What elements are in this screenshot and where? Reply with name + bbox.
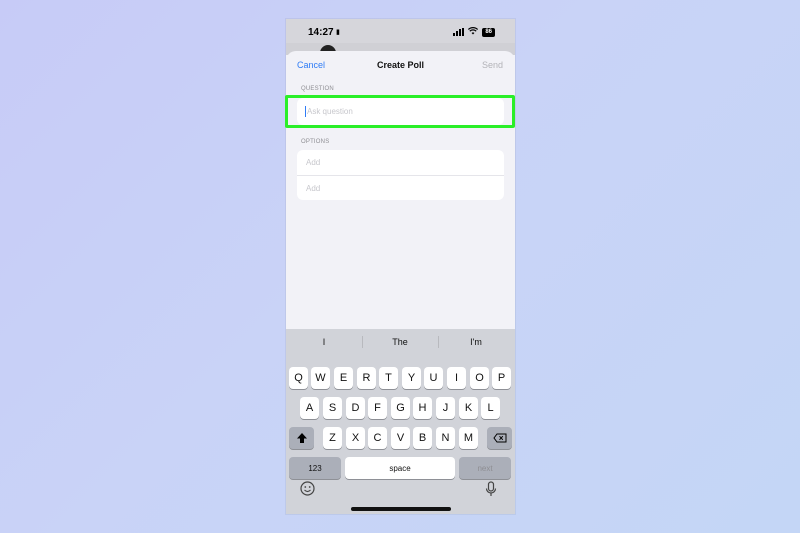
key-b[interactable]: B — [413, 427, 432, 449]
status-indicators: 86 — [453, 27, 495, 37]
option-placeholder: Add — [306, 184, 321, 193]
home-indicator — [351, 507, 451, 511]
key-r[interactable]: R — [357, 367, 376, 389]
key-k[interactable]: K — [459, 397, 478, 419]
key-l[interactable]: L — [481, 397, 500, 419]
key-g[interactable]: G — [391, 397, 410, 419]
space-key[interactable]: space — [345, 457, 455, 479]
phone-screen: 14:27 ▮ 86 Cancel Create Poll Send QUEST… — [286, 19, 515, 514]
options-section-label: OPTIONS — [301, 139, 330, 145]
key-j[interactable]: J — [436, 397, 455, 419]
prediction-2[interactable]: The — [362, 337, 438, 347]
shift-arrow-icon — [296, 433, 307, 443]
key-e[interactable]: E — [334, 367, 353, 389]
key-m[interactable]: M — [459, 427, 478, 449]
wifi-icon — [468, 27, 479, 37]
key-i[interactable]: I — [447, 367, 466, 389]
key-a[interactable]: A — [300, 397, 319, 419]
prediction-3[interactable]: I'm — [438, 337, 514, 347]
option-input-1[interactable]: Add — [297, 150, 504, 175]
backspace-icon — [492, 433, 506, 443]
key-x[interactable]: X — [346, 427, 365, 449]
shift-key[interactable] — [289, 427, 314, 449]
option-placeholder: Add — [306, 158, 321, 167]
key-u[interactable]: U — [424, 367, 443, 389]
key-q[interactable]: Q — [289, 367, 308, 389]
prediction-1[interactable]: I — [286, 337, 362, 347]
key-p[interactable]: P — [492, 367, 511, 389]
orientation-lock-icon: ▮ — [336, 29, 340, 36]
key-f[interactable]: F — [368, 397, 387, 419]
key-t[interactable]: T — [379, 367, 398, 389]
key-c[interactable]: C — [368, 427, 387, 449]
emoji-icon[interactable] — [300, 481, 315, 499]
key-w[interactable]: W — [311, 367, 330, 389]
delete-key[interactable] — [487, 427, 512, 449]
sheet-nav-bar: Cancel Create Poll Send — [286, 51, 515, 81]
key-z[interactable]: Z — [323, 427, 342, 449]
options-list: Add Add — [297, 150, 504, 200]
key-v[interactable]: V — [391, 427, 410, 449]
predictive-text-bar: I The I'm — [286, 329, 515, 355]
option-input-2[interactable]: Add — [297, 175, 504, 200]
battery-icon: 86 — [482, 27, 495, 37]
key-h[interactable]: H — [413, 397, 432, 419]
cellular-signal-icon — [453, 28, 465, 36]
page-title: Create Poll — [376, 60, 425, 70]
key-y[interactable]: Y — [402, 367, 421, 389]
question-section-label: QUESTION — [301, 86, 334, 92]
keyboard: I The I'm Q W E R T Y U I O P A S D F G … — [286, 329, 515, 514]
key-s[interactable]: S — [323, 397, 342, 419]
microphone-icon[interactable] — [485, 481, 497, 500]
key-d[interactable]: D — [346, 397, 365, 419]
key-n[interactable]: N — [436, 427, 455, 449]
key-o[interactable]: O — [470, 367, 489, 389]
question-field-highlight — [285, 95, 515, 128]
numbers-key[interactable]: 123 — [289, 457, 341, 479]
status-time: 14:27 — [308, 27, 334, 38]
send-button[interactable]: Send — [482, 60, 503, 70]
next-key[interactable]: next — [459, 457, 511, 479]
